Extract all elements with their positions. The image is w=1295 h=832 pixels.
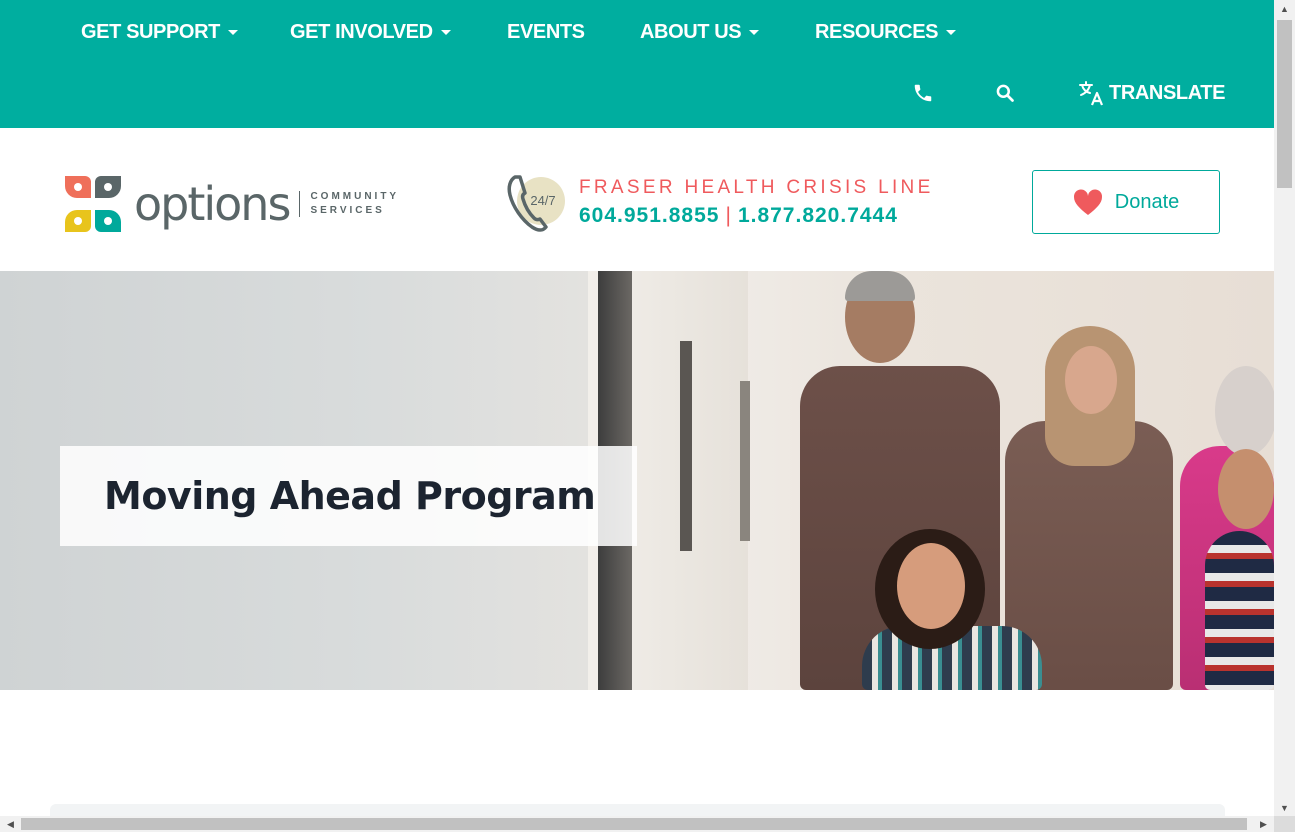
caret-down-icon [946,29,957,35]
caret-down-icon [749,29,760,35]
logo-sub-line-2: SERVICES [310,205,385,216]
nav-item-get-support[interactable]: GET SUPPORT [81,18,238,46]
scroll-left-arrow-icon[interactable]: ◀ [0,816,21,832]
logo-divider [299,191,301,217]
crisis-phone-local[interactable]: 604.951.8855 [579,204,719,227]
nav-item-events[interactable]: EVENTS [507,18,585,46]
phone-button[interactable] [912,78,934,108]
translate-icon [1079,81,1104,106]
site-header: options COMMUNITY SERVICES 24/7 FRASER H… [0,128,1274,271]
caret-down-icon [227,29,238,35]
hero-photo-hijab [1215,366,1274,456]
page-title: Moving Ahead Program [104,474,596,518]
logo-wordmark: options [134,177,291,231]
hero-photo-doorframe [680,341,692,551]
content-card-top [50,804,1225,816]
logo-mark-icon [65,176,121,232]
nav-item-about-us[interactable]: ABOUT US [640,18,760,46]
nav-item-resources[interactable]: RESOURCES [815,18,957,46]
crisis-phones: 604.951.8855 | 1.877.820.7444 [579,201,934,231]
logo-subtitle: COMMUNITY SERVICES [310,190,399,218]
hero-photo-hair [845,271,915,301]
scroll-up-arrow-icon[interactable]: ▲ [1274,0,1295,17]
horizontal-scrollbar[interactable]: ◀ ▶ [0,816,1274,832]
vertical-scroll-thumb[interactable] [1277,20,1292,188]
hero-banner: Moving Ahead Program [0,271,1274,690]
donate-label: Donate [1114,190,1180,213]
site-logo[interactable]: options COMMUNITY SERVICES [62,174,399,234]
scroll-right-arrow-icon[interactable]: ▶ [1253,816,1274,832]
nav-item-get-involved[interactable]: GET INVOLVED [290,18,451,46]
translate-label: TRANSLATE [1109,81,1226,104]
top-navigation-bar: GET SUPPORT GET INVOLVED EVENTS ABOUT US… [0,0,1274,128]
nav-item-label: GET SUPPORT [81,21,220,43]
caret-down-icon [440,29,451,35]
crisis-line: 24/7 FRASER HEALTH CRISIS LINE 604.951.8… [503,170,934,236]
nav-item-label: EVENTS [507,21,585,43]
hero-photo-face [1218,449,1274,529]
donate-button[interactable]: Donate [1032,170,1220,234]
phone-24-7-icon: 24/7 [507,175,565,232]
crisis-phone-separator: | [725,204,732,227]
nav-item-label: RESOURCES [815,21,939,43]
nav-item-label: ABOUT US [640,21,742,43]
hero-title-box: Moving Ahead Program [60,446,637,546]
search-icon [996,84,1014,102]
nav-item-label: GET INVOLVED [290,21,433,43]
badge-24-7: 24/7 [530,193,555,208]
translate-button[interactable]: TRANSLATE [1078,78,1225,108]
hero-photo-person-boy [1205,531,1274,690]
crisis-phone-tollfree[interactable]: 1.877.820.7444 [738,204,898,227]
logo-sub-line-1: COMMUNITY [310,191,400,202]
scrollbar-corner [1274,816,1295,832]
heart-icon [1073,188,1102,215]
scroll-down-arrow-icon[interactable]: ▼ [1274,799,1295,816]
phone-icon [914,84,932,102]
crisis-title: FRASER HEALTH CRISIS LINE [579,177,934,198]
hero-photo-doorframe [740,381,750,541]
hero-photo-face [897,543,965,629]
crisis-text: FRASER HEALTH CRISIS LINE 604.951.8855 | 1… [579,175,934,231]
hero-photo-face [1065,346,1117,414]
horizontal-scroll-thumb[interactable] [21,818,1247,830]
search-button[interactable] [995,78,1015,108]
vertical-scrollbar[interactable]: ▲ ▼ [1274,0,1295,816]
